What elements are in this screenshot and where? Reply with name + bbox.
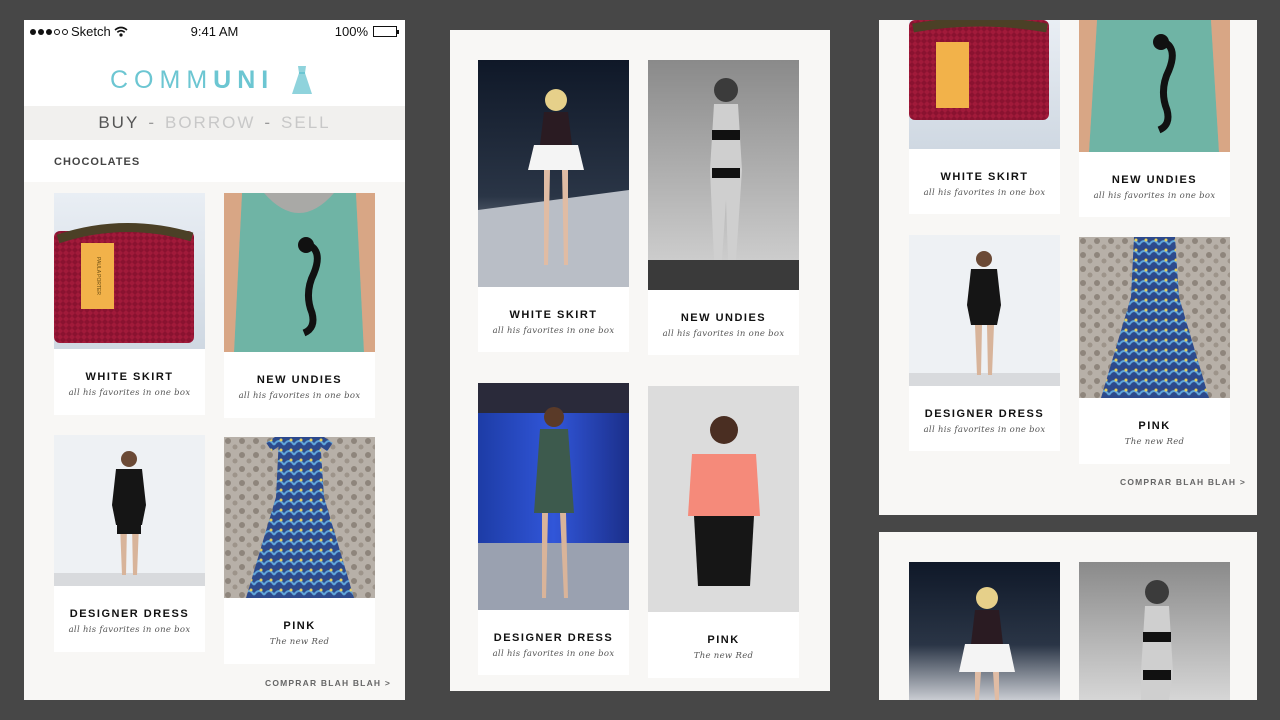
card-meta: DESIGNER DRESS all his favorites in one … — [909, 386, 1060, 435]
product-card-new-undies[interactable]: NEW UNDIES all his favorites in one box — [648, 60, 799, 355]
card-meta: PINK The new Red — [224, 598, 375, 647]
product-desc: all his favorites in one box — [923, 188, 1046, 198]
product-photo-bag: PAULA PORTER — [54, 193, 205, 349]
product-name: NEW UNDIES — [680, 312, 767, 324]
card-meta: PINK The new Red — [648, 612, 799, 661]
product-desc: all his favorites in one box — [492, 649, 615, 659]
card-meta: WHITE SKIRT all his favorites in one box — [54, 349, 205, 398]
card-meta: WHITE SKIRT all his favorites in one box — [478, 287, 629, 336]
grid-artboard-bottom — [879, 532, 1257, 700]
product-desc: all his favorites in one box — [68, 388, 191, 398]
nav-separator: - — [264, 113, 273, 132]
phone-artboard: Sketch 9:41 AM 100% COMMUNI BUY - BORROW - S… — [24, 20, 405, 700]
product-card-pink[interactable]: PINK The new Red — [1079, 237, 1230, 464]
bag-tag-text: PAULA PORTER — [95, 257, 101, 295]
product-card-white-skirt[interactable]: WHITE SKIRT all his favorites in one box — [478, 60, 629, 352]
product-card-new-undies[interactable]: NEW UNDIES all his favorites in one box — [224, 193, 375, 418]
product-desc: all his favorites in one box — [1093, 191, 1216, 201]
card-meta: WHITE SKIRT all his favorites in one box — [909, 149, 1060, 198]
battery-icon — [373, 26, 399, 37]
card-meta: NEW UNDIES all his favorites in one box — [648, 290, 799, 339]
product-photo-black-outfit — [909, 235, 1060, 386]
product-name: PINK — [283, 620, 316, 632]
buy-borrow-sell-nav: BUY - BORROW - SELL — [24, 106, 405, 140]
card-meta: DESIGNER DRESS all his favorites in one … — [54, 586, 205, 635]
nav-borrow[interactable]: BORROW — [165, 113, 255, 132]
logo-bold-text: UNI — [213, 66, 275, 94]
product-desc: all his favorites in one box — [923, 425, 1046, 435]
product-name: NEW UNDIES — [256, 374, 343, 386]
card-meta: NEW UNDIES all his favorites in one box — [224, 352, 375, 401]
product-name: WHITE SKIRT — [940, 171, 1029, 183]
product-photo-bag — [909, 20, 1060, 149]
nav-sell[interactable]: SELL — [281, 113, 331, 132]
product-name: PINK — [1138, 420, 1171, 432]
product-desc: The new Red — [269, 637, 330, 647]
status-right: 100% — [334, 24, 399, 39]
grid-artboard-top: WHITE SKIRT all his favorites in one box… — [879, 20, 1257, 515]
product-photo-floral-dress — [224, 437, 375, 598]
product-photo-bw-model — [648, 60, 799, 290]
product-photo-seahorse-tank — [1079, 20, 1230, 152]
card-meta: NEW UNDIES all his favorites in one box — [1079, 152, 1230, 201]
section-title: CHOCOLATES — [24, 140, 405, 182]
brand-logo[interactable]: COMMUNI — [110, 66, 274, 95]
product-desc: all his favorites in one box — [662, 329, 785, 339]
logo-bar: COMMUNI — [24, 42, 405, 106]
more-link[interactable]: COMPRAR BLAH BLAH > — [1120, 477, 1246, 487]
product-name: WHITE SKIRT — [85, 371, 174, 383]
product-photo-black-outfit — [54, 435, 205, 586]
product-photo-runway-designer — [478, 383, 629, 610]
product-card-white-skirt[interactable]: PAULA PORTER WHITE SKIRT all his favorit… — [54, 193, 205, 415]
product-name: WHITE SKIRT — [509, 309, 598, 321]
product-desc: The new Red — [693, 651, 754, 661]
product-photo-pink-top — [648, 386, 799, 612]
product-name: PINK — [707, 634, 740, 646]
product-name: DESIGNER DRESS — [69, 608, 190, 620]
product-card-new-undies[interactable] — [1079, 562, 1230, 700]
dress-logo-icon — [292, 66, 312, 94]
logo-light-text: COMM — [110, 66, 214, 94]
product-card-designer-dress[interactable]: DESIGNER DRESS all his favorites in one … — [54, 435, 205, 652]
product-card-designer-dress[interactable]: DESIGNER DRESS all his favorites in one … — [909, 235, 1060, 451]
status-bar: Sketch 9:41 AM 100% — [24, 20, 405, 42]
product-name: DESIGNER DRESS — [493, 632, 614, 644]
product-photo-seahorse-tank — [224, 193, 375, 352]
product-card-white-skirt[interactable] — [909, 562, 1060, 700]
product-card-new-undies[interactable]: NEW UNDIES all his favorites in one box — [1079, 20, 1230, 217]
more-link[interactable]: COMPRAR BLAH BLAH > — [265, 678, 391, 688]
product-desc: The new Red — [1124, 437, 1185, 447]
product-photo-runway-white-skirt — [909, 562, 1060, 700]
product-desc: all his favorites in one box — [68, 625, 191, 635]
product-photo-bw-model — [1079, 562, 1230, 700]
card-meta: DESIGNER DRESS all his favorites in one … — [478, 610, 629, 659]
product-photo-runway-white-skirt — [478, 60, 629, 287]
battery-percent: 100% — [334, 24, 368, 39]
product-card-pink[interactable]: PINK The new Red — [648, 386, 799, 678]
product-desc: all his favorites in one box — [492, 326, 615, 336]
product-card-designer-dress[interactable]: DESIGNER DRESS all his favorites in one … — [478, 383, 629, 675]
runway-artboard: WHITE SKIRT all his favorites in one box… — [450, 30, 830, 691]
product-card-pink[interactable]: PINK The new Red — [224, 437, 375, 664]
product-photo-floral-dress — [1079, 237, 1230, 398]
nav-buy[interactable]: BUY — [98, 113, 139, 132]
card-meta: PINK The new Red — [1079, 398, 1230, 447]
product-card-white-skirt[interactable]: WHITE SKIRT all his favorites in one box — [909, 20, 1060, 214]
nav-separator: - — [148, 113, 156, 132]
product-name: DESIGNER DRESS — [924, 408, 1045, 420]
product-desc: all his favorites in one box — [238, 391, 361, 401]
product-name: NEW UNDIES — [1111, 174, 1198, 186]
